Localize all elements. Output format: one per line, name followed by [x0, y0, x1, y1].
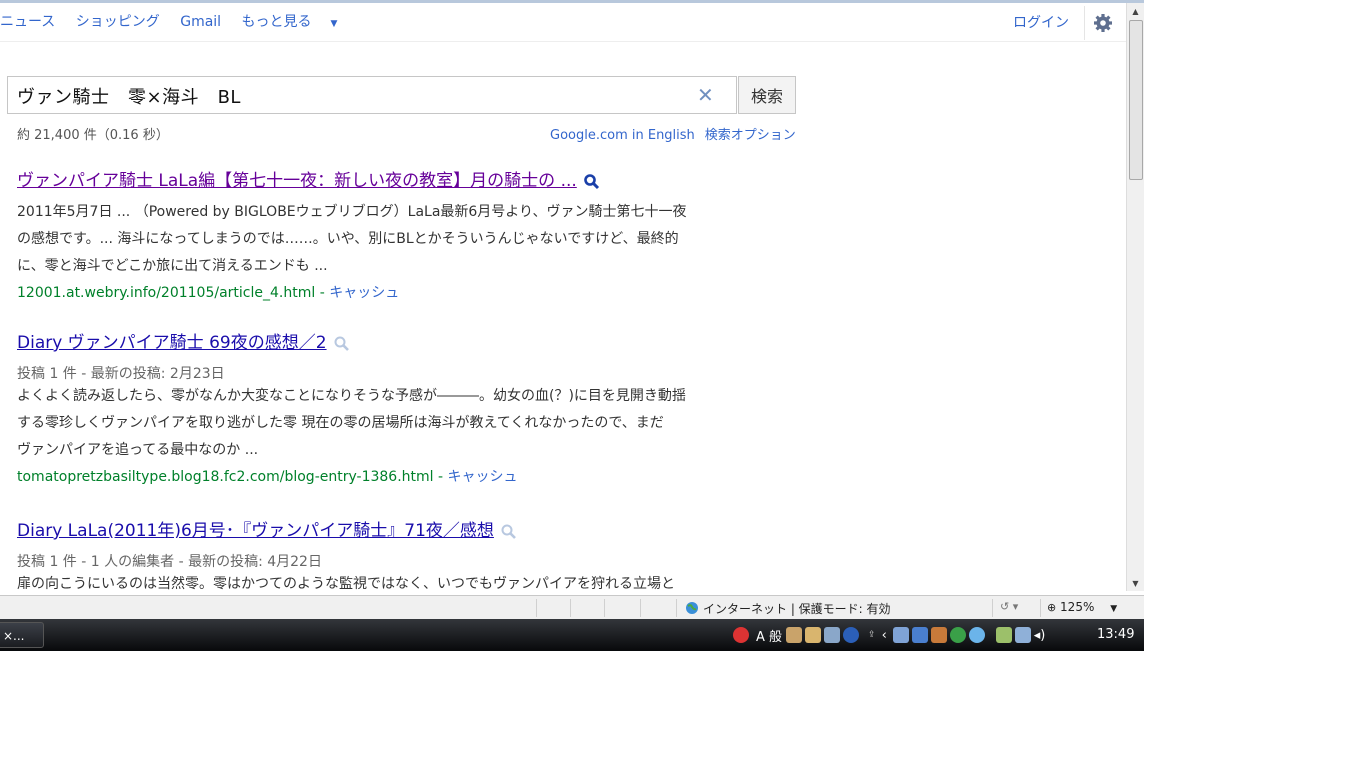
cache-link[interactable]: キャッシュ	[329, 285, 399, 301]
tray-icon[interactable]	[949, 627, 966, 643]
scroll-down-icon[interactable]: ▼	[1127, 577, 1144, 591]
result-url-line: 12001.at.webry.info/201105/article_4.htm…	[17, 285, 400, 301]
ime-tray-icon[interactable]	[786, 627, 803, 643]
zoom-level: 125%	[1060, 600, 1095, 614]
scroll-up-icon[interactable]: ▲	[1127, 5, 1144, 19]
battery-icon[interactable]	[995, 627, 1012, 643]
settings-button[interactable]	[1084, 6, 1121, 40]
globe-icon	[686, 602, 698, 614]
chevron-left-icon[interactable]: ‹	[882, 628, 887, 643]
chevron-down-icon: ▼	[1110, 604, 1118, 614]
app-tray-icon[interactable]	[733, 627, 749, 643]
search-result: Diary LaLa(2011年)6月号･『ヴァンパイア騎士』71夜／感想 投稿…	[17, 516, 727, 598]
result-title[interactable]: Diary ヴァンパイア騎士 69夜の感想／2	[17, 333, 327, 353]
status-divider	[1040, 599, 1041, 617]
snippet-line: 2011年5月7日 ... （Powered by BIGLOBEウェブリブログ…	[17, 204, 687, 220]
nav-more-label: もっと見る	[241, 14, 312, 30]
vertical-scrollbar[interactable]: ▲ ▼	[1126, 3, 1144, 591]
magnifier-icon[interactable]	[500, 523, 517, 540]
browser-viewport: ニュース ショッピング Gmail もっと見る ▼ ログイン ヴァン騎士 零×海斗…	[0, 0, 1144, 651]
caps-kana-indicator: ⇪	[868, 630, 876, 640]
status-divider	[570, 599, 571, 617]
tray-icon[interactable]	[892, 627, 909, 643]
magnifier-icon[interactable]	[583, 173, 600, 190]
network-icon[interactable]	[1014, 627, 1031, 643]
result-meta: 投稿 1 件 - 1 人の編集者 - 最新の投稿: 4月22日	[17, 554, 322, 570]
result-url: tomatopretzbasiltype.blog18.fc2.com/blog…	[17, 469, 434, 485]
chevron-down-icon: ▼	[330, 19, 338, 29]
result-snippet: よくよく読み返したら、零がなんか大変なことになりそうな予感が―――。幼女の血(？…	[17, 383, 727, 464]
result-meta: 投稿 1 件 - 最新の投稿: 2月23日	[17, 366, 225, 382]
tray-icon[interactable]	[968, 627, 985, 643]
status-bar: インターネット | 保護モード: 有効 ↺ ▾ ⊕ 125% ▼	[0, 595, 1144, 620]
snippet-line: する零珍しくヴァンパイアを取り逃がした零 現在の零の居場所は海斗が教えてくれなか…	[17, 415, 664, 431]
taskbar-window-button[interactable]: ×...	[0, 622, 44, 648]
scrollbar-thumb[interactable]	[1129, 20, 1143, 180]
nav-more[interactable]: もっと見る ▼	[242, 14, 354, 30]
result-url-line: tomatopretzbasiltype.blog18.fc2.com/blog…	[17, 469, 518, 485]
system-tray: A 般 ⇪ ‹ ◂)	[733, 623, 1045, 647]
ime-tray-icon[interactable]	[805, 627, 822, 643]
search-result: Diary ヴァンパイア騎士 69夜の感想／2 投稿 1 件 - 最新の投稿: …	[17, 328, 727, 486]
nav-news[interactable]: ニュース	[0, 14, 55, 30]
snippet-line: よくよく読み返したら、零がなんか大変なことになりそうな予感が―――。幼女の血(？…	[17, 388, 686, 404]
result-snippet: 扉の向こうにいるのは当然零。零はかつてのような監視ではなく、いつでもヴァンパイア…	[17, 571, 727, 598]
result-title[interactable]: ヴァンパイア騎士 LaLa編【第七十一夜：新しい夜の教室】月の騎士の ...	[17, 171, 577, 191]
search-result: ヴァンパイア騎士 LaLa編【第七十一夜：新しい夜の教室】月の騎士の ... 2…	[17, 166, 727, 302]
google-bar: ニュース ショッピング Gmail もっと見る ▼ ログイン	[0, 3, 1126, 42]
search-input[interactable]: ヴァン騎士 零×海斗 BL ✕	[7, 76, 737, 114]
popup-blocker-icon[interactable]: ↺ ▾	[1000, 600, 1018, 613]
help-icon[interactable]	[843, 627, 860, 643]
gear-icon	[1094, 14, 1112, 32]
nav-gmail[interactable]: Gmail	[180, 14, 221, 30]
status-divider	[992, 599, 993, 617]
taskbar: ×... A 般 ⇪ ‹ ◂) 13:49	[0, 619, 1144, 651]
status-divider	[640, 599, 641, 617]
zone-text: インターネット | 保護モード: 有効	[703, 602, 891, 616]
gbar-nav: ニュース ショッピング Gmail もっと見る ▼	[0, 11, 369, 31]
english-link[interactable]: Google.com in English	[550, 128, 695, 143]
clock[interactable]: 13:49	[1097, 627, 1134, 642]
zoom-control[interactable]: ⊕ 125% ▼	[1047, 600, 1117, 614]
close-icon[interactable]: ✕	[697, 83, 714, 107]
nav-shopping[interactable]: ショッピング	[76, 14, 160, 30]
snippet-line: ヴァンパイアを追ってる最中なのか ...	[17, 442, 259, 458]
security-zone[interactable]: インターネット | 保護モード: 有効	[685, 600, 891, 617]
snippet-line: に、零と海斗でどこか旅に出て消えるエンドも ...	[17, 258, 328, 274]
login-link[interactable]: ログイン	[1013, 12, 1069, 32]
tools-tray-icon[interactable]	[824, 627, 841, 643]
result-snippet: 2011年5月7日 ... （Powered by BIGLOBEウェブリブログ…	[17, 199, 727, 280]
volume-icon[interactable]: ◂)	[1034, 628, 1046, 643]
search-query: ヴァン騎士 零×海斗 BL	[17, 87, 241, 108]
snippet-line: の感想です。... 海斗になってしまうのでは……。いや、別にBLとかそういうんじ…	[17, 231, 679, 247]
result-url: 12001.at.webry.info/201105/article_4.htm…	[17, 285, 316, 301]
result-stats: 約 21,400 件（0.16 秒）	[17, 128, 169, 143]
status-divider	[604, 599, 605, 617]
result-title[interactable]: Diary LaLa(2011年)6月号･『ヴァンパイア騎士』71夜／感想	[17, 521, 494, 541]
status-divider	[536, 599, 537, 617]
search-options-link[interactable]: 検索オプション	[705, 128, 796, 143]
zoom-icon: ⊕	[1047, 601, 1057, 614]
tray-icon[interactable]	[930, 627, 947, 643]
snippet-line: 扉の向こうにいるのは当然零。零はかつてのような監視ではなく、いつでもヴァンパイア…	[17, 576, 675, 592]
search-button[interactable]: 検索	[738, 76, 796, 114]
magnifier-icon[interactable]	[333, 335, 350, 352]
cache-link[interactable]: キャッシュ	[448, 469, 518, 485]
search-tools: Google.com in English 検索オプション	[550, 124, 796, 143]
status-divider	[676, 599, 677, 617]
ime-mode[interactable]: A 般	[756, 626, 782, 645]
tray-icon[interactable]	[911, 627, 928, 643]
